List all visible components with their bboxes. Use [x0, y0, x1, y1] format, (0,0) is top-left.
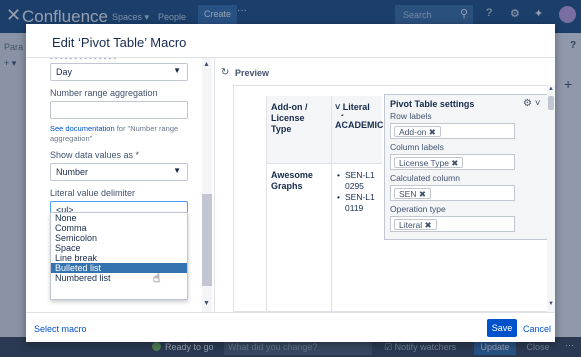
column-label-chip[interactable]: License Type ✖	[394, 157, 464, 168]
dialog-title: Edit ‘Pivot Table’ Macro	[52, 35, 187, 50]
number-range-input[interactable]	[50, 101, 188, 119]
delimiter-option-comma[interactable]: Comma	[51, 223, 187, 233]
delimiter-option-semicolon[interactable]: Semicolon	[51, 233, 187, 243]
calculated-column-label: Calculated column	[390, 173, 460, 183]
show-values-label: Show data values as *	[50, 150, 140, 160]
pivot-table-preview: Add-on / License Type ˅ Literal of ACADE…	[266, 96, 384, 311]
preview-scroll-down-icon[interactable]: ▼	[548, 301, 554, 307]
column-labels-field[interactable]: License Type ✖	[390, 154, 515, 170]
delimiter-option-space[interactable]: Space	[51, 243, 187, 253]
preview-content: Add-on / License Type ˅ Literal of ACADE…	[233, 85, 549, 312]
delimiter-option-bulleted-list[interactable]: Bulleted list	[51, 263, 187, 273]
aggregation-select[interactable]: Day ▼	[50, 63, 188, 81]
operation-type-field[interactable]: Literal ✖	[390, 216, 515, 232]
select-macro-link[interactable]: Select macro	[34, 324, 87, 334]
mouse-pointer-icon: ☝	[153, 271, 161, 285]
row-labels-field[interactable]: Add-on ✖	[390, 123, 515, 139]
column-labels-label: Column labels	[390, 142, 444, 152]
table-bullet-value: SEN-L10295	[345, 170, 375, 191]
row-labels-label: Row labels	[390, 111, 432, 121]
table-column-divider	[331, 96, 332, 311]
aggregation-select-value: Day	[56, 67, 73, 77]
preview-pane: ↻ Preview Add-on / License Type ˅ Litera…	[214, 58, 555, 312]
dialog-footer-divider	[26, 312, 555, 313]
preview-label: Preview	[235, 68, 270, 78]
chevron-down-icon: ▼	[173, 66, 181, 75]
pivot-settings-panel: Pivot Table settings ⚙ ˅ Row labels Add-…	[384, 94, 548, 240]
table-header-literal[interactable]: ˅ Literal of	[332, 96, 382, 123]
scroll-down-arrow-icon[interactable]: ▼	[203, 300, 210, 307]
save-button[interactable]: Save	[487, 319, 517, 337]
chevron-down-icon: ▼	[173, 166, 181, 175]
refresh-icon[interactable]: ↻	[221, 67, 229, 78]
table-bullet-marker: •	[337, 170, 340, 180]
number-range-help: See documentation for "Number range aggr…	[50, 124, 190, 144]
delimiter-option-none[interactable]: None	[51, 213, 187, 223]
delimiter-option-line-break[interactable]: Line break	[51, 253, 187, 263]
table-header-add-on: Add-on / License Type	[267, 96, 331, 164]
literal-delimiter-label: Literal value delimiter	[50, 188, 136, 198]
table-row-label: Awesome Graphs	[271, 170, 313, 191]
clipped-label: - - - - - - - - - - - - - -	[50, 58, 188, 62]
scroll-up-arrow-icon[interactable]: ▲	[203, 61, 210, 68]
preview-scrollbar-thumb[interactable]	[548, 96, 554, 110]
calculated-column-field[interactable]: SEN ✖	[390, 185, 515, 201]
literal-delimiter-dropdown: None Comma Semicolon Space Line break Bu…	[50, 212, 188, 300]
operation-type-chip[interactable]: Literal ✖	[394, 219, 437, 230]
number-range-label: Number range aggregation	[50, 88, 158, 98]
row-label-chip[interactable]: Add-on ✖	[394, 126, 441, 137]
edit-macro-dialog: Edit ‘Pivot Table’ Macro - - - - - - - -…	[26, 24, 555, 342]
preview-scroll-up-icon[interactable]: ▲	[548, 86, 554, 92]
table-bullet-marker: •	[337, 192, 340, 202]
pivot-settings-title: Pivot Table settings	[390, 99, 475, 109]
parameters-scrollbar-thumb[interactable]	[202, 194, 212, 286]
documentation-link[interactable]: See documentation	[50, 124, 115, 133]
table-subheader-academic: ACADEMIC	[332, 116, 384, 164]
calculated-column-chip[interactable]: SEN ✖	[394, 188, 431, 199]
operation-type-label: Operation type	[390, 204, 446, 214]
table-bullet-value: SEN-L10119	[345, 192, 375, 213]
cancel-button[interactable]: Cancel	[523, 324, 551, 334]
gear-icon[interactable]: ⚙ ˅	[523, 98, 541, 109]
show-values-select[interactable]: Number ▼	[50, 163, 188, 181]
delimiter-option-numbered-list[interactable]: Numbered list	[51, 273, 187, 283]
preview-scrollbar[interactable]	[547, 85, 555, 312]
show-values-select-value: Number	[56, 167, 89, 177]
